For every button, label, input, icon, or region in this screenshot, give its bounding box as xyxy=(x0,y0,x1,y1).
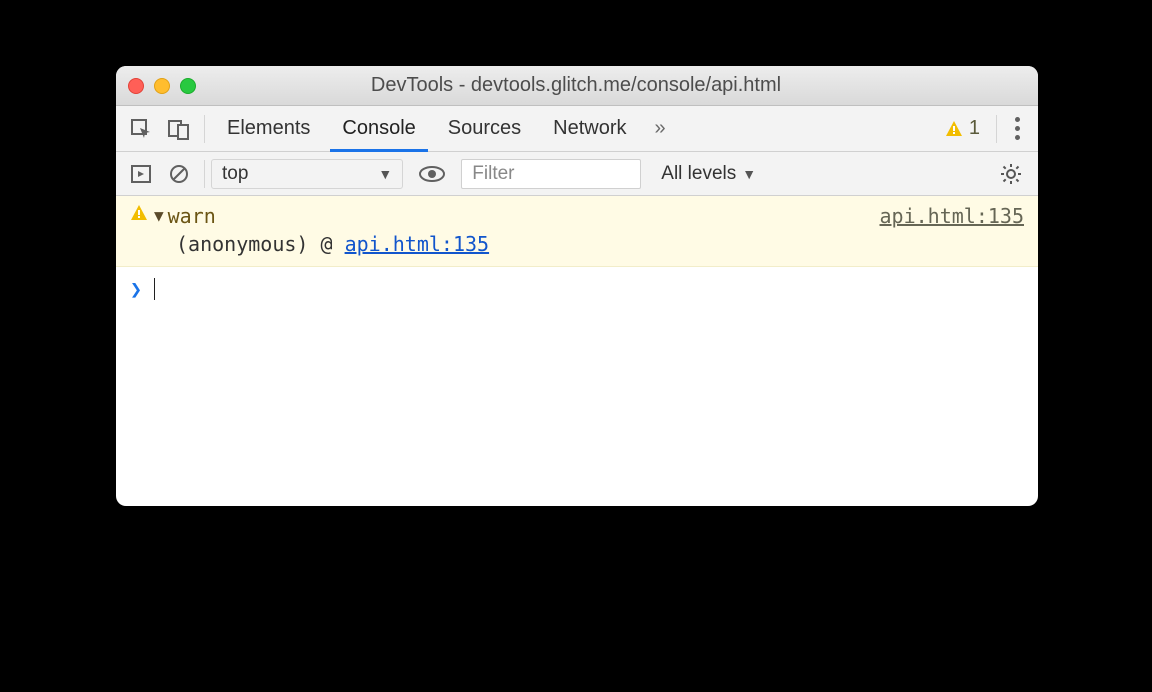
chevron-down-icon: ▼ xyxy=(378,166,392,182)
filter-input[interactable]: Filter xyxy=(461,159,641,189)
trace-label: (anonymous) @ xyxy=(176,232,345,256)
warning-count-text: 1 xyxy=(969,117,980,140)
panel-tabbar: Elements Console Sources Network » 1 xyxy=(116,106,1038,152)
devtools-window: DevTools - devtools.glitch.me/console/ap… xyxy=(116,66,1038,506)
kebab-menu-icon[interactable] xyxy=(1003,117,1032,140)
warning-triangle-icon xyxy=(130,204,148,222)
context-selector[interactable]: top ▼ xyxy=(211,159,403,189)
tab-network[interactable]: Network xyxy=(537,106,642,151)
toggle-sidebar-icon[interactable] xyxy=(122,163,160,185)
text-cursor xyxy=(154,278,155,300)
window-title: DevTools - devtools.glitch.me/console/ap… xyxy=(126,74,1026,97)
console-warning-message: ▼ warn api.html:135 (anonymous) @ api.ht… xyxy=(116,196,1038,267)
more-tabs-icon[interactable]: » xyxy=(643,117,678,140)
device-toolbar-icon[interactable] xyxy=(160,106,198,151)
console-output: ▼ warn api.html:135 (anonymous) @ api.ht… xyxy=(116,196,1038,506)
disclosure-triangle-icon[interactable]: ▼ xyxy=(154,206,164,225)
divider xyxy=(204,115,205,143)
console-toolbar: top ▼ Filter All levels ▼ xyxy=(116,152,1038,196)
source-location-link[interactable]: api.html:135 xyxy=(880,204,1025,228)
stack-trace-row: (anonymous) @ api.html:135 xyxy=(130,232,1024,256)
divider xyxy=(204,160,205,188)
warning-triangle-icon xyxy=(945,120,963,138)
prompt-caret-icon: ❯ xyxy=(130,277,142,301)
live-expression-icon[interactable] xyxy=(413,165,451,183)
titlebar: DevTools - devtools.glitch.me/console/ap… xyxy=(116,66,1038,106)
divider xyxy=(996,115,997,143)
tab-elements[interactable]: Elements xyxy=(211,106,326,151)
warning-count-badge[interactable]: 1 xyxy=(935,117,990,140)
console-settings-icon[interactable] xyxy=(990,163,1032,185)
warning-text: warn xyxy=(168,204,216,228)
context-label: top xyxy=(222,163,248,185)
tab-sources[interactable]: Sources xyxy=(432,106,537,151)
trace-source-link[interactable]: api.html:135 xyxy=(345,232,490,256)
levels-label: All levels xyxy=(661,163,736,185)
inspect-element-icon[interactable] xyxy=(122,106,160,151)
filter-placeholder: Filter xyxy=(472,163,514,185)
clear-console-icon[interactable] xyxy=(160,163,198,185)
console-prompt[interactable]: ❯ xyxy=(116,267,1038,311)
tab-console[interactable]: Console xyxy=(326,106,431,151)
log-levels-selector[interactable]: All levels ▼ xyxy=(651,163,766,185)
chevron-down-icon: ▼ xyxy=(742,166,756,182)
